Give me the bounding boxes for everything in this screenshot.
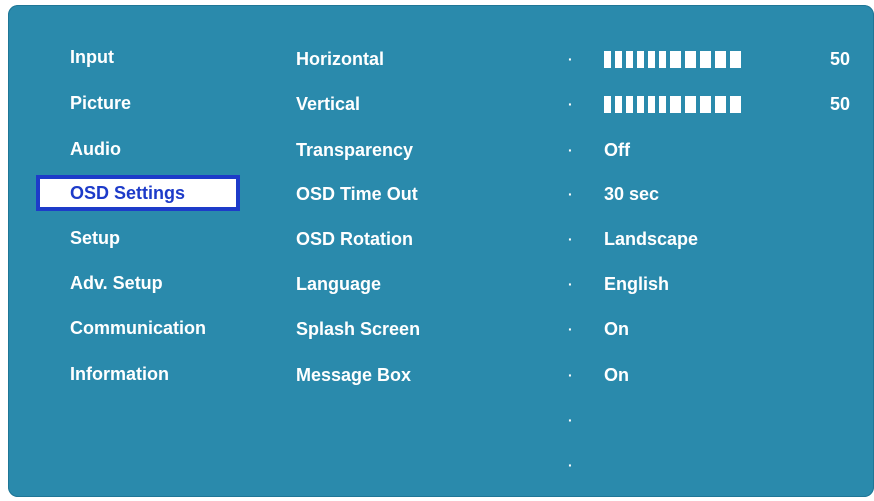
transparency-value: Off: [604, 140, 630, 160]
bullet-icon: ·: [568, 51, 573, 67]
slider-segment: [648, 96, 655, 113]
slider-segment: [685, 96, 696, 113]
slider-segment: [637, 51, 644, 68]
main-menu-item-audio[interactable]: Audio: [70, 137, 121, 161]
sub-menu-label: Message Box: [296, 365, 412, 385]
sub-menu-label: OSD Rotation: [296, 229, 413, 249]
slider-segment: [626, 96, 633, 113]
main-menu-label: Communication: [70, 318, 207, 338]
bullet-icon: ·: [568, 186, 573, 202]
sub-menu-label: Transparency: [296, 140, 414, 160]
main-menu-item-osd-settings[interactable]: OSD Settings: [36, 175, 240, 211]
horizontal-slider[interactable]: [604, 51, 741, 68]
slider-segment: [659, 96, 666, 113]
sub-menu-label: Vertical: [296, 94, 361, 114]
slider-segment: [700, 96, 711, 113]
slider-segment: [615, 96, 622, 113]
slider-segment: [615, 51, 622, 68]
bullet-icon: ·: [568, 276, 573, 292]
bullet-icon: ·: [568, 142, 573, 158]
bullet-icon: ·: [568, 457, 573, 473]
slider-segment: [604, 96, 611, 113]
bullet-icon: ·: [568, 367, 573, 383]
slider-segment: [715, 51, 726, 68]
slider-segment: [685, 51, 696, 68]
slider-segment: [670, 51, 681, 68]
sub-menu-item-vertical[interactable]: Vertical: [296, 92, 360, 116]
slider-segment: [700, 51, 711, 68]
sub-menu-item-transparency[interactable]: Transparency: [296, 138, 413, 162]
main-menu-item-communication[interactable]: Communication: [70, 316, 206, 340]
slider-segment: [715, 96, 726, 113]
main-menu-item-information[interactable]: Information: [70, 362, 169, 386]
main-menu-item-picture[interactable]: Picture: [70, 91, 131, 115]
slider-segment: [730, 51, 741, 68]
horizontal-value: 50: [830, 49, 851, 69]
message-box-value: On: [604, 365, 629, 385]
main-menu-label: Input: [70, 47, 114, 67]
bullet-icon: ·: [568, 321, 573, 337]
sub-menu-item-language[interactable]: Language: [296, 272, 381, 296]
main-menu-item-adv-setup[interactable]: Adv. Setup: [70, 271, 163, 295]
slider-segment: [626, 51, 633, 68]
sub-menu-label: Horizontal: [296, 49, 384, 69]
slider-segment: [730, 96, 741, 113]
sub-menu-item-message-box[interactable]: Message Box: [296, 363, 411, 387]
slider-segment: [604, 51, 611, 68]
slider-segment: [648, 51, 655, 68]
main-menu-label: Adv. Setup: [70, 273, 163, 293]
bullet-icon: ·: [568, 96, 573, 112]
main-menu-item-setup[interactable]: Setup: [70, 226, 120, 250]
main-menu-label: Audio: [70, 139, 121, 159]
slider-segment: [659, 51, 666, 68]
vertical-slider[interactable]: [604, 96, 741, 113]
sub-menu-item-splash-screen[interactable]: Splash Screen: [296, 317, 420, 341]
main-menu-label: Information: [70, 364, 169, 384]
main-menu-label: Setup: [70, 228, 121, 248]
osd-time-out-value: 30 sec: [604, 184, 660, 204]
sub-menu-label: OSD Time Out: [296, 184, 418, 204]
sub-menu-item-osd-time-out[interactable]: OSD Time Out: [296, 182, 418, 206]
sub-menu-item-osd-rotation[interactable]: OSD Rotation: [296, 227, 413, 251]
bullet-icon: ·: [568, 231, 573, 247]
main-menu-item-input[interactable]: Input: [70, 45, 114, 69]
splash-screen-value: On: [604, 319, 629, 339]
sub-menu-label: Splash Screen: [296, 319, 421, 339]
osd-rotation-value: Landscape: [604, 229, 699, 249]
main-menu-label: Picture: [70, 93, 132, 113]
osd-menu-panel: Input Picture Audio OSD Settings Setup A…: [8, 5, 874, 497]
slider-segment: [637, 96, 644, 113]
language-value: English: [604, 274, 670, 294]
sub-menu-item-horizontal[interactable]: Horizontal: [296, 47, 384, 71]
slider-segment: [670, 96, 681, 113]
bullet-icon: ·: [568, 412, 573, 428]
sub-menu-label: Language: [296, 274, 382, 294]
vertical-value: 50: [830, 94, 851, 114]
main-menu-label: OSD Settings: [70, 183, 186, 203]
